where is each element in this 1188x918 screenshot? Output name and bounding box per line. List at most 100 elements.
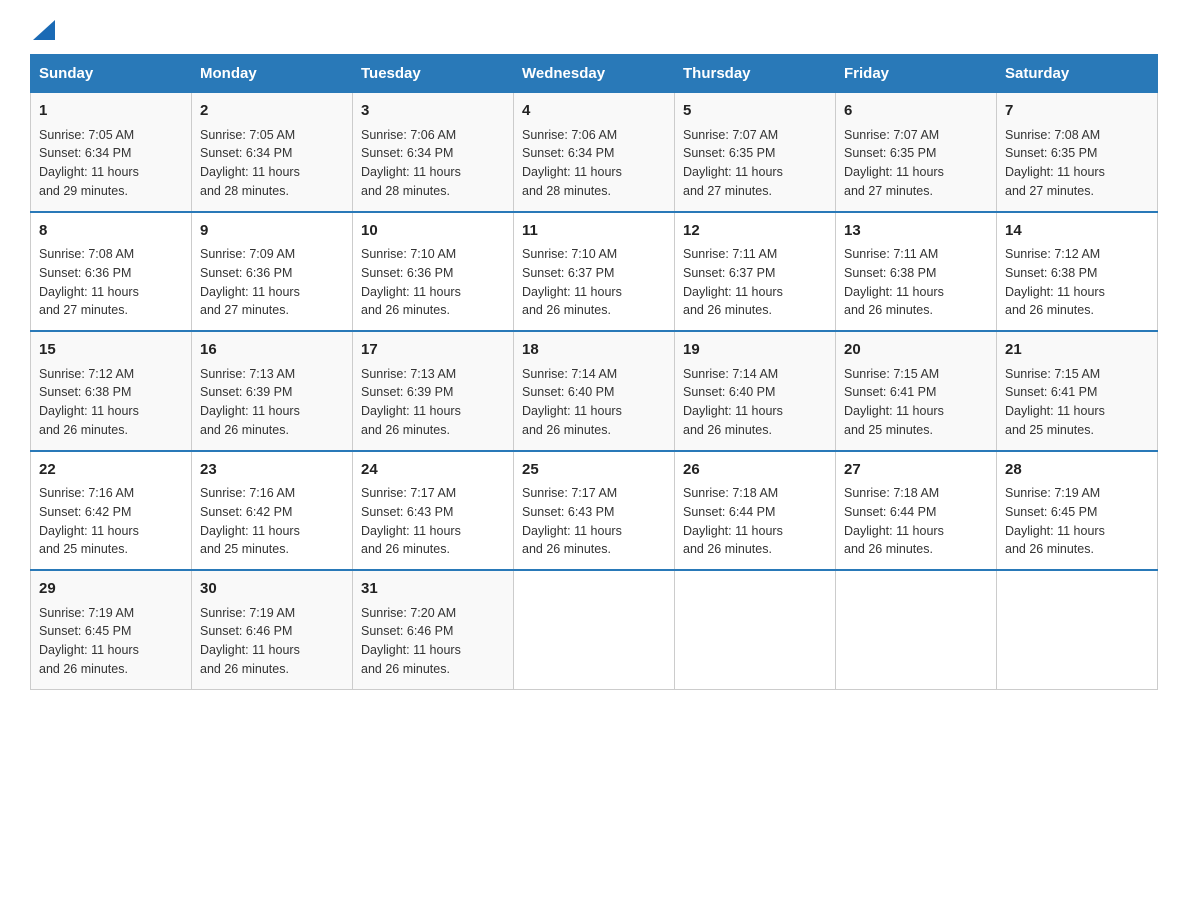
day-number: 10 [361,220,505,243]
day-info: Sunrise: 7:19 AMSunset: 6:46 PMDaylight:… [200,606,300,676]
day-number: 16 [200,339,344,362]
day-info: Sunrise: 7:11 AMSunset: 6:38 PMDaylight:… [844,247,944,317]
calendar-cell: 7 Sunrise: 7:08 AMSunset: 6:35 PMDaylight… [997,93,1158,212]
day-info: Sunrise: 7:13 AMSunset: 6:39 PMDaylight:… [361,367,461,437]
day-info: Sunrise: 7:10 AMSunset: 6:36 PMDaylight:… [361,247,461,317]
day-info: Sunrise: 7:16 AMSunset: 6:42 PMDaylight:… [200,486,300,556]
day-info: Sunrise: 7:17 AMSunset: 6:43 PMDaylight:… [361,486,461,556]
day-number: 28 [1005,459,1149,482]
day-number: 7 [1005,100,1149,123]
day-info: Sunrise: 7:19 AMSunset: 6:45 PMDaylight:… [1005,486,1105,556]
day-number: 23 [200,459,344,482]
day-number: 26 [683,459,827,482]
calendar-cell [997,570,1158,689]
calendar-header: SundayMondayTuesdayWednesdayThursdayFrid… [31,55,1158,93]
day-number: 2 [200,100,344,123]
day-info: Sunrise: 7:15 AMSunset: 6:41 PMDaylight:… [1005,367,1105,437]
day-info: Sunrise: 7:05 AMSunset: 6:34 PMDaylight:… [39,128,139,198]
calendar-cell: 30 Sunrise: 7:19 AMSunset: 6:46 PMDayligh… [192,570,353,689]
calendar-cell: 13 Sunrise: 7:11 AMSunset: 6:38 PMDayligh… [836,212,997,332]
header-day-monday: Monday [192,55,353,93]
header-day-sunday: Sunday [31,55,192,93]
day-number: 6 [844,100,988,123]
day-info: Sunrise: 7:06 AMSunset: 6:34 PMDaylight:… [522,128,622,198]
day-info: Sunrise: 7:08 AMSunset: 6:35 PMDaylight:… [1005,128,1105,198]
calendar-week-3: 15Sunrise: 7:12 AMSunset: 6:38 PMDayligh… [31,331,1158,451]
day-number: 8 [39,220,183,243]
calendar-cell: 31Sunrise: 7:20 AMSunset: 6:46 PMDayligh… [353,570,514,689]
day-number: 27 [844,459,988,482]
day-number: 3 [361,100,505,123]
calendar-cell: 29 Sunrise: 7:19 AMSunset: 6:45 PMDayligh… [31,570,192,689]
calendar-cell: 16 Sunrise: 7:13 AMSunset: 6:39 PMDayligh… [192,331,353,451]
day-info: Sunrise: 7:07 AMSunset: 6:35 PMDaylight:… [844,128,944,198]
day-number: 14 [1005,220,1149,243]
day-info: Sunrise: 7:18 AMSunset: 6:44 PMDaylight:… [683,486,783,556]
day-number: 21 [1005,339,1149,362]
calendar-cell: 18 Sunrise: 7:14 AMSunset: 6:40 PMDayligh… [514,331,675,451]
calendar-cell [836,570,997,689]
day-number: 5 [683,100,827,123]
day-info: Sunrise: 7:19 AMSunset: 6:45 PMDaylight:… [39,606,139,676]
header-day-friday: Friday [836,55,997,93]
calendar-cell: 12Sunrise: 7:11 AMSunset: 6:37 PMDayligh… [675,212,836,332]
logo-triangle-icon [33,20,55,40]
day-number: 19 [683,339,827,362]
day-info: Sunrise: 7:18 AMSunset: 6:44 PMDaylight:… [844,486,944,556]
day-number: 30 [200,578,344,601]
calendar-cell: 8 Sunrise: 7:08 AMSunset: 6:36 PMDaylight… [31,212,192,332]
header-day-wednesday: Wednesday [514,55,675,93]
calendar-cell: 14Sunrise: 7:12 AMSunset: 6:38 PMDayligh… [997,212,1158,332]
calendar-cell [675,570,836,689]
day-info: Sunrise: 7:10 AMSunset: 6:37 PMDaylight:… [522,247,622,317]
day-info: Sunrise: 7:05 AMSunset: 6:34 PMDaylight:… [200,128,300,198]
logo [30,20,55,36]
day-number: 12 [683,220,827,243]
calendar-cell: 20 Sunrise: 7:15 AMSunset: 6:41 PMDayligh… [836,331,997,451]
calendar-cell: 5 Sunrise: 7:07 AMSunset: 6:35 PMDaylight… [675,93,836,212]
day-info: Sunrise: 7:16 AMSunset: 6:42 PMDaylight:… [39,486,139,556]
day-info: Sunrise: 7:17 AMSunset: 6:43 PMDaylight:… [522,486,622,556]
day-number: 11 [522,220,666,243]
day-info: Sunrise: 7:09 AMSunset: 6:36 PMDaylight:… [200,247,300,317]
header-day-tuesday: Tuesday [353,55,514,93]
calendar-cell: 3 Sunrise: 7:06 AMSunset: 6:34 PMDaylight… [353,93,514,212]
calendar-cell: 27 Sunrise: 7:18 AMSunset: 6:44 PMDayligh… [836,451,997,571]
calendar-cell: 19 Sunrise: 7:14 AMSunset: 6:40 PMDayligh… [675,331,836,451]
day-info: Sunrise: 7:12 AMSunset: 6:38 PMDaylight:… [39,367,139,437]
day-number: 20 [844,339,988,362]
header-day-saturday: Saturday [997,55,1158,93]
calendar-cell: 10 Sunrise: 7:10 AMSunset: 6:36 PMDayligh… [353,212,514,332]
calendar-cell: 6 Sunrise: 7:07 AMSunset: 6:35 PMDaylight… [836,93,997,212]
day-number: 9 [200,220,344,243]
calendar-cell [514,570,675,689]
day-info: Sunrise: 7:07 AMSunset: 6:35 PMDaylight:… [683,128,783,198]
calendar-week-1: 1Sunrise: 7:05 AMSunset: 6:34 PMDaylight… [31,93,1158,212]
day-number: 4 [522,100,666,123]
calendar-week-5: 29 Sunrise: 7:19 AMSunset: 6:45 PMDayligh… [31,570,1158,689]
header-day-thursday: Thursday [675,55,836,93]
day-info: Sunrise: 7:13 AMSunset: 6:39 PMDaylight:… [200,367,300,437]
day-number: 13 [844,220,988,243]
day-number: 31 [361,578,505,601]
day-number: 22 [39,459,183,482]
calendar-cell: 9 Sunrise: 7:09 AMSunset: 6:36 PMDaylight… [192,212,353,332]
calendar-cell: 25 Sunrise: 7:17 AMSunset: 6:43 PMDayligh… [514,451,675,571]
day-number: 18 [522,339,666,362]
day-info: Sunrise: 7:14 AMSunset: 6:40 PMDaylight:… [522,367,622,437]
day-info: Sunrise: 7:08 AMSunset: 6:36 PMDaylight:… [39,247,139,317]
calendar-cell: 17 Sunrise: 7:13 AMSunset: 6:39 PMDayligh… [353,331,514,451]
calendar-cell: 2 Sunrise: 7:05 AMSunset: 6:34 PMDaylight… [192,93,353,212]
day-number: 25 [522,459,666,482]
calendar-body: 1Sunrise: 7:05 AMSunset: 6:34 PMDaylight… [31,93,1158,690]
day-info: Sunrise: 7:06 AMSunset: 6:34 PMDaylight:… [361,128,461,198]
calendar-week-2: 8 Sunrise: 7:08 AMSunset: 6:36 PMDaylight… [31,212,1158,332]
calendar-cell: 11 Sunrise: 7:10 AMSunset: 6:37 PMDayligh… [514,212,675,332]
day-info: Sunrise: 7:14 AMSunset: 6:40 PMDaylight:… [683,367,783,437]
day-info: Sunrise: 7:15 AMSunset: 6:41 PMDaylight:… [844,367,944,437]
day-number: 29 [39,578,183,601]
calendar-week-4: 22 Sunrise: 7:16 AMSunset: 6:42 PMDayligh… [31,451,1158,571]
header-row: SundayMondayTuesdayWednesdayThursdayFrid… [31,55,1158,93]
day-number: 17 [361,339,505,362]
calendar-cell: 24Sunrise: 7:17 AMSunset: 6:43 PMDayligh… [353,451,514,571]
